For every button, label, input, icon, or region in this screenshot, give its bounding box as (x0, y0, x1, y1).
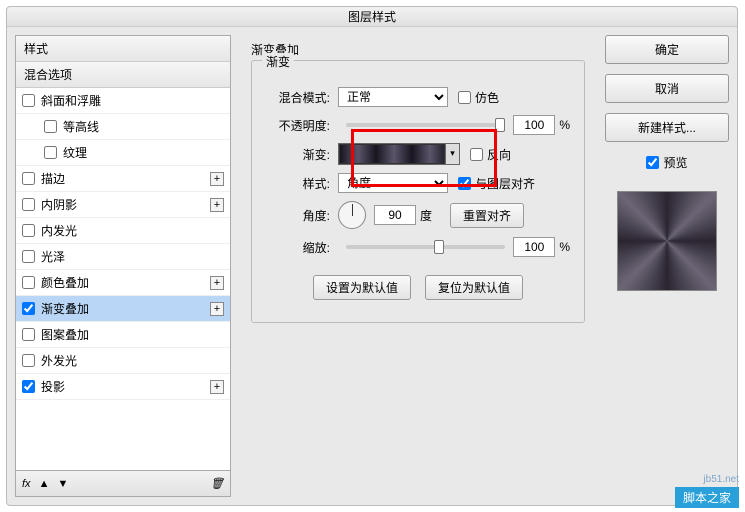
section-title: 渐变叠加 (251, 41, 585, 58)
align-label: 与图层对齐 (475, 175, 535, 192)
style-item[interactable]: 描边+ (16, 166, 230, 192)
angle-dial[interactable] (338, 201, 366, 229)
style-item[interactable]: 外发光 (16, 348, 230, 374)
blend-mode-select[interactable]: 正常 (338, 87, 448, 107)
scale-label: 缩放: (266, 239, 330, 256)
preview-label: 预览 (663, 154, 687, 171)
style-item-checkbox[interactable] (22, 250, 35, 263)
fx-label[interactable]: fx (22, 478, 31, 490)
styles-footer: fx ▲ ▼ 🗑 (15, 471, 231, 497)
scale-unit: % (559, 240, 570, 254)
opacity-label: 不透明度: (266, 117, 330, 134)
style-item[interactable]: 投影+ (16, 374, 230, 400)
opacity-input[interactable] (513, 115, 555, 135)
angle-unit: 度 (420, 207, 432, 224)
style-item-label: 外发光 (41, 352, 224, 369)
opacity-slider[interactable] (346, 123, 505, 127)
style-item-checkbox[interactable] (22, 276, 35, 289)
style-item-checkbox[interactable] (22, 198, 35, 211)
new-style-button[interactable]: 新建样式... (605, 113, 729, 142)
gradient-label: 渐变: (266, 146, 330, 163)
action-panel: 确定 取消 新建样式... 预览 (605, 35, 729, 497)
angle-input[interactable] (374, 205, 416, 225)
style-item-label: 图案叠加 (41, 326, 224, 343)
gradient-swatch[interactable] (339, 144, 445, 164)
opacity-unit: % (559, 118, 570, 132)
add-effect-icon[interactable]: + (210, 380, 224, 394)
gradient-fieldset: 渐变 混合模式: 正常 仿色 不透明度: % 渐变: ▾ (251, 60, 585, 323)
styles-header: 样式 (16, 36, 230, 62)
style-item-label: 等高线 (63, 118, 224, 135)
gradient-picker[interactable]: ▾ (338, 143, 460, 165)
options-panel: 渐变叠加 渐变 混合模式: 正常 仿色 不透明度: % 渐变: (241, 35, 595, 497)
blend-options-header[interactable]: 混合选项 (16, 62, 230, 88)
add-effect-icon[interactable]: + (210, 276, 224, 290)
layer-style-dialog: 图层样式 样式 混合选项 斜面和浮雕等高线纹理描边+内阴影+内发光光泽颜色叠加+… (6, 6, 738, 506)
gradient-dropdown-icon[interactable]: ▾ (445, 144, 459, 164)
style-item-checkbox[interactable] (44, 120, 57, 133)
style-item-checkbox[interactable] (22, 172, 35, 185)
style-item-checkbox[interactable] (22, 224, 35, 237)
dither-checkbox[interactable] (458, 91, 471, 104)
ok-button[interactable]: 确定 (605, 35, 729, 64)
style-item-checkbox[interactable] (22, 354, 35, 367)
style-item[interactable]: 颜色叠加+ (16, 270, 230, 296)
style-item[interactable]: 斜面和浮雕 (16, 88, 230, 114)
make-default-button[interactable]: 设置为默认值 (313, 275, 411, 300)
dialog-title: 图层样式 (7, 7, 737, 27)
scale-input[interactable] (513, 237, 555, 257)
dither-label: 仿色 (475, 89, 499, 106)
style-item-label: 纹理 (63, 144, 224, 161)
add-effect-icon[interactable]: + (210, 302, 224, 316)
preview-checkbox[interactable] (646, 156, 659, 169)
style-item[interactable]: 图案叠加 (16, 322, 230, 348)
reverse-label: 反向 (487, 146, 511, 163)
style-item-label: 内阴影 (41, 196, 210, 213)
style-item-checkbox[interactable] (44, 146, 57, 159)
add-effect-icon[interactable]: + (210, 172, 224, 186)
style-item[interactable]: 光泽 (16, 244, 230, 270)
arrow-down-icon[interactable]: ▼ (57, 478, 68, 490)
reverse-checkbox[interactable] (470, 148, 483, 161)
reset-align-button[interactable]: 重置对齐 (450, 203, 524, 228)
angle-label: 角度: (266, 207, 330, 224)
watermark-url: jb51.net (675, 474, 739, 485)
style-item[interactable]: 内阴影+ (16, 192, 230, 218)
scale-slider[interactable] (346, 245, 505, 249)
styles-list: 样式 混合选项 斜面和浮雕等高线纹理描边+内阴影+内发光光泽颜色叠加+渐变叠加+… (15, 35, 231, 471)
preview-swatch (617, 191, 717, 291)
style-item-label: 光泽 (41, 248, 224, 265)
style-item-label: 渐变叠加 (41, 300, 210, 317)
style-item-label: 描边 (41, 170, 210, 187)
style-item[interactable]: 等高线 (16, 114, 230, 140)
trash-icon[interactable]: 🗑 (210, 477, 224, 491)
style-item[interactable]: 渐变叠加+ (16, 296, 230, 322)
style-item-label: 投影 (41, 378, 210, 395)
blend-mode-label: 混合模式: (266, 89, 330, 106)
style-label: 样式: (266, 175, 330, 192)
styles-panel: 样式 混合选项 斜面和浮雕等高线纹理描边+内阴影+内发光光泽颜色叠加+渐变叠加+… (15, 35, 231, 497)
fieldset-legend: 渐变 (262, 53, 294, 70)
style-select[interactable]: 角度 (338, 173, 448, 193)
style-item-checkbox[interactable] (22, 328, 35, 341)
style-item-label: 颜色叠加 (41, 274, 210, 291)
align-checkbox[interactable] (458, 177, 471, 190)
style-item-checkbox[interactable] (22, 94, 35, 107)
arrow-up-icon[interactable]: ▲ (39, 478, 50, 490)
style-item-checkbox[interactable] (22, 380, 35, 393)
style-item-label: 内发光 (41, 222, 224, 239)
cancel-button[interactable]: 取消 (605, 74, 729, 103)
style-item-label: 斜面和浮雕 (41, 92, 224, 109)
style-item-checkbox[interactable] (22, 302, 35, 315)
watermark: jb51.net 脚本之家 (675, 474, 739, 508)
style-item[interactable]: 纹理 (16, 140, 230, 166)
add-effect-icon[interactable]: + (210, 198, 224, 212)
dialog-body: 样式 混合选项 斜面和浮雕等高线纹理描边+内阴影+内发光光泽颜色叠加+渐变叠加+… (7, 27, 737, 505)
watermark-text: 脚本之家 (675, 487, 739, 508)
style-item[interactable]: 内发光 (16, 218, 230, 244)
reset-default-button[interactable]: 复位为默认值 (425, 275, 523, 300)
